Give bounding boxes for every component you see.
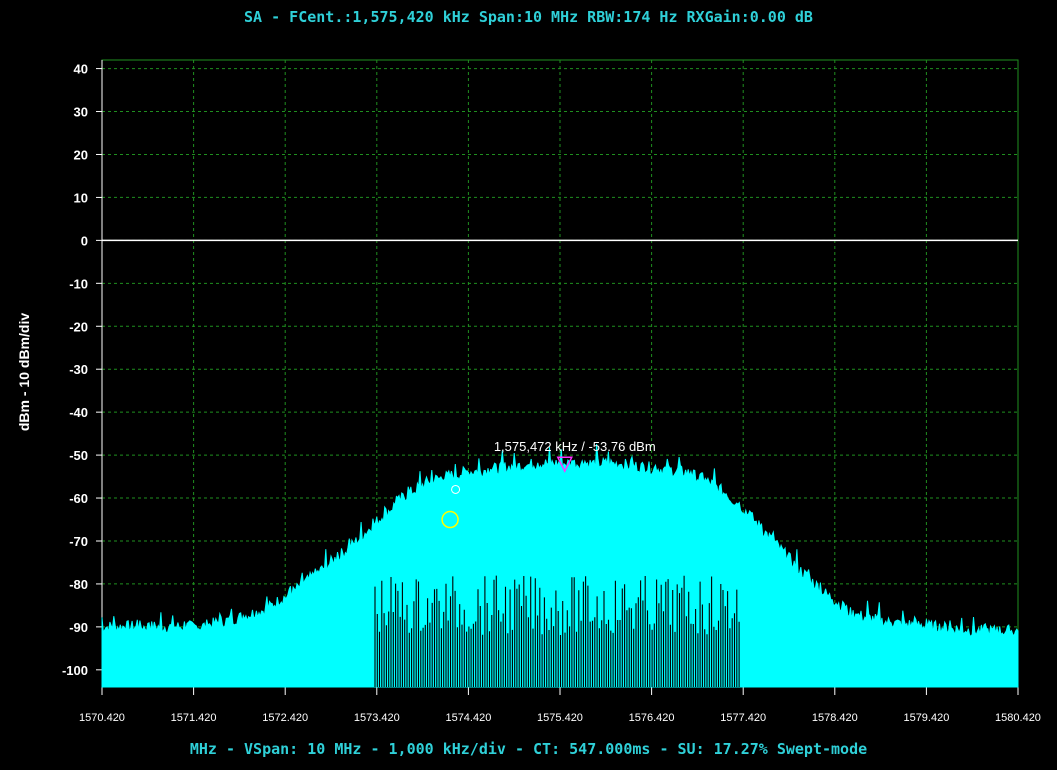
x-tick-label: 1574.420 bbox=[445, 712, 491, 724]
x-tick-label: 1571.420 bbox=[171, 712, 217, 724]
x-tick-label: 1570.420 bbox=[79, 712, 125, 724]
y-tick-label: 10 bbox=[74, 190, 88, 205]
x-tick-label: 1577.420 bbox=[720, 712, 766, 724]
x-tick-label: 1576.420 bbox=[629, 712, 675, 724]
y-tick-label: 40 bbox=[74, 62, 88, 77]
y-tick-label: 0 bbox=[81, 233, 88, 248]
x-tick-label: 1579.420 bbox=[903, 712, 949, 724]
y-tick-label: -10 bbox=[69, 276, 88, 291]
spectrum-analyzer-window: SA - FCent.:1,575,420 kHz Span:10 MHz RB… bbox=[0, 0, 1057, 770]
y-tick-label: -20 bbox=[69, 319, 88, 334]
peak-marker-label: 1,575,472 kHz / -53.76 dBm bbox=[494, 439, 656, 454]
y-tick-label: -70 bbox=[69, 534, 88, 549]
y-tick-label: -40 bbox=[69, 405, 88, 420]
x-tick-label: 1580.420 bbox=[995, 712, 1041, 724]
y-tick-label: -90 bbox=[69, 620, 88, 635]
sweep-status-footer: MHz - VSpan: 10 MHz - 1,000 kHz/div - CT… bbox=[189, 740, 868, 758]
y-tick-label: -60 bbox=[69, 491, 88, 506]
y-tick-label: 20 bbox=[74, 147, 88, 162]
y-tick-label: -50 bbox=[69, 448, 88, 463]
y-tick-label: -100 bbox=[62, 663, 88, 678]
x-tick-label: 1575.420 bbox=[537, 712, 583, 724]
y-tick-label: -80 bbox=[69, 577, 88, 592]
y-tick-label: -30 bbox=[69, 362, 88, 377]
x-tick-label: 1578.420 bbox=[812, 712, 858, 724]
y-tick-label: 30 bbox=[74, 105, 88, 120]
x-tick-label: 1573.420 bbox=[354, 712, 400, 724]
spectrum-chart[interactable]: 40 30 20 10 0 -10 -20 -30 -40 -50 -60 -70 -80 -90 -100… bbox=[0, 0, 1057, 770]
x-tick-label: 1572.420 bbox=[262, 712, 308, 724]
